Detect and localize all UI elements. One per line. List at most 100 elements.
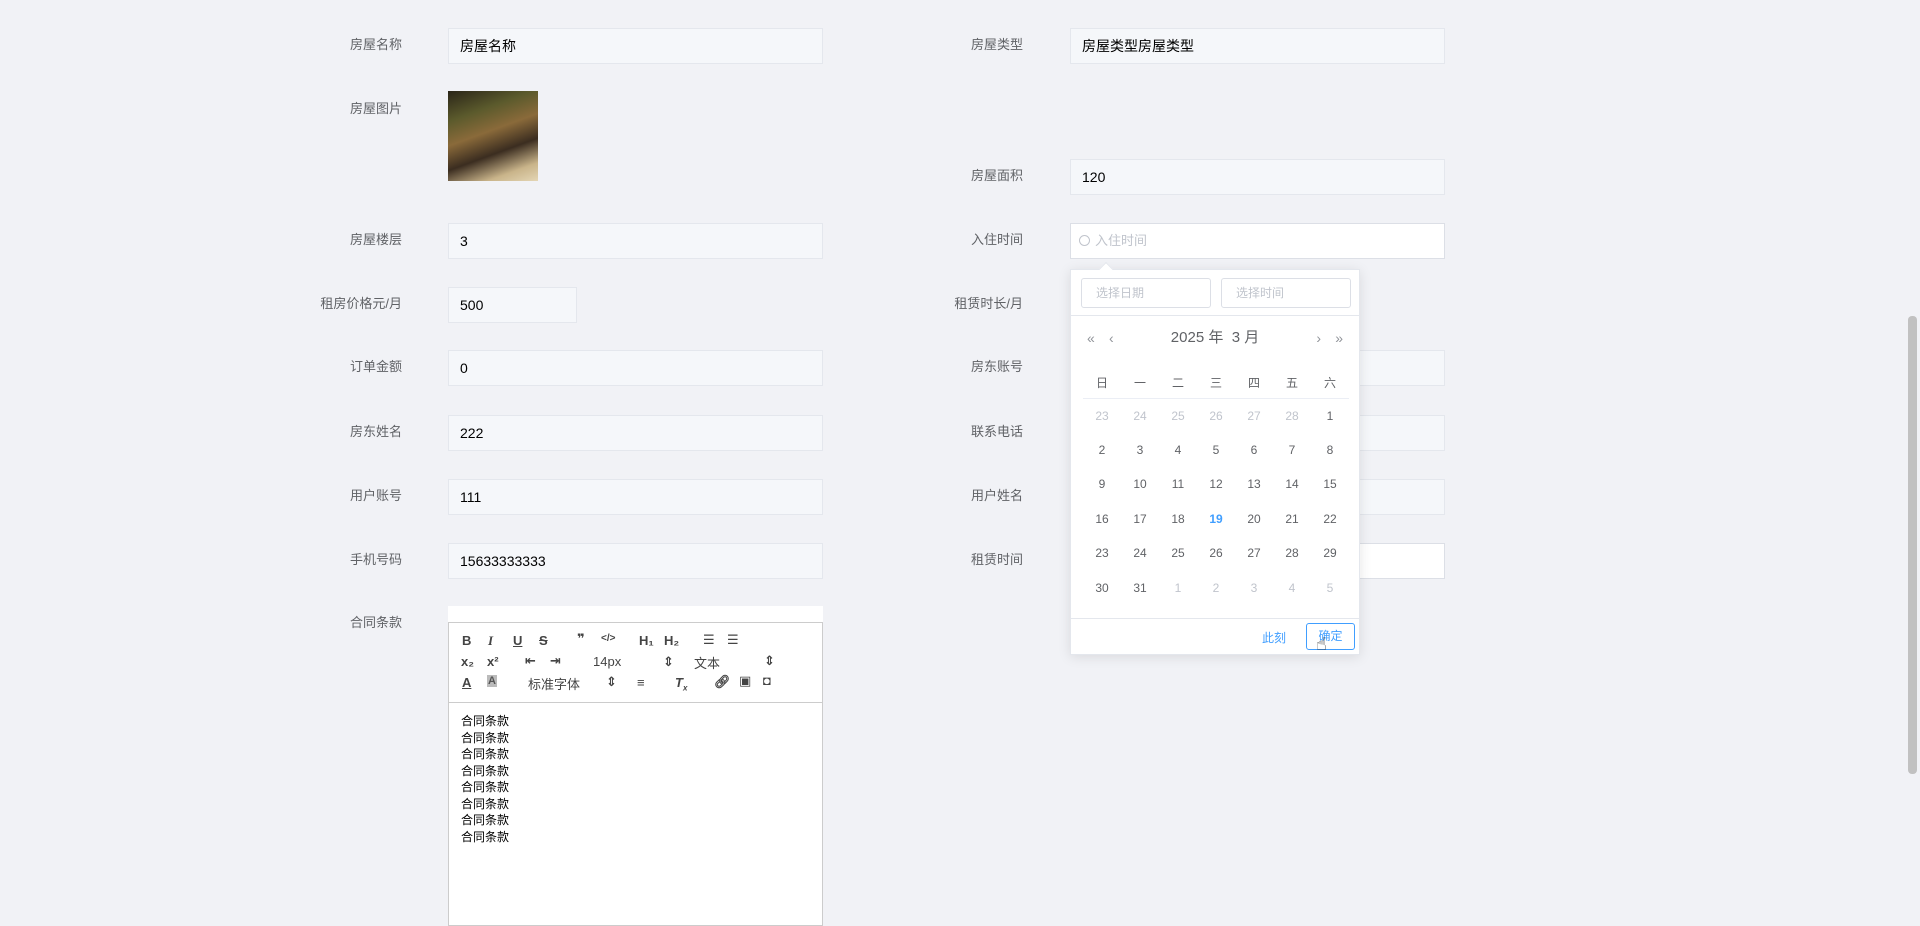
calendar-day[interactable]: 1 <box>1159 571 1197 606</box>
calendar-day[interactable]: 25 <box>1159 398 1197 433</box>
font-color-icon[interactable]: A <box>462 675 471 690</box>
calendar-day[interactable]: 5 <box>1197 433 1235 468</box>
calendar-day[interactable]: 10 <box>1121 467 1159 502</box>
align-icon[interactable]: ≡ <box>637 675 645 690</box>
phone-input[interactable]: 15633333333 <box>448 543 823 579</box>
landlord-name-input[interactable]: 222 <box>448 415 823 451</box>
calendar-day[interactable]: 18 <box>1159 502 1197 537</box>
calendar-day[interactable]: 13 <box>1235 467 1273 502</box>
calendar-day[interactable]: 16 <box>1083 502 1121 537</box>
calendar-day[interactable]: 11 <box>1159 467 1197 502</box>
calendar-day[interactable]: 26 <box>1197 536 1235 571</box>
weekday-header: 六 <box>1311 368 1349 399</box>
calendar-day[interactable]: 29 <box>1311 536 1349 571</box>
checkin-time-input[interactable]: 入住时间 <box>1070 223 1445 259</box>
calendar-day[interactable]: 22 <box>1311 502 1349 537</box>
floor-input[interactable]: 3 <box>448 223 823 259</box>
clear-format-icon[interactable]: Tx <box>675 675 687 693</box>
calendar-day[interactable]: 2 <box>1197 571 1235 606</box>
h1-icon[interactable]: H₁ <box>639 633 654 648</box>
house-type-input[interactable]: 房屋类型房屋类型 <box>1070 28 1445 64</box>
calendar-day[interactable]: 21 <box>1273 502 1311 537</box>
next-year-icon[interactable]: » <box>1335 325 1343 351</box>
calendar-day[interactable]: 3 <box>1121 433 1159 468</box>
calendar-day[interactable]: 24 <box>1121 398 1159 433</box>
calendar-day[interactable]: 12 <box>1197 467 1235 502</box>
calendar-day[interactable]: 19 <box>1197 502 1235 537</box>
popup-arrow <box>1098 261 1114 277</box>
background-color-icon[interactable]: A <box>487 675 497 687</box>
strike-icon[interactable]: S <box>539 633 548 648</box>
calendar-day[interactable]: 28 <box>1273 398 1311 433</box>
price-input[interactable]: 500 <box>448 287 577 323</box>
calendar-day[interactable]: 8 <box>1311 433 1349 468</box>
calendar-day[interactable]: 17 <box>1121 502 1159 537</box>
month-label[interactable]: 3 月 <box>1232 329 1260 346</box>
label-landlord-account: 房东账号 <box>970 359 1023 374</box>
calendar-day[interactable]: 30 <box>1083 571 1121 606</box>
order-amount-input[interactable]: 0 <box>448 350 823 386</box>
calendar-day[interactable]: 1 <box>1311 398 1349 433</box>
calendar-day[interactable]: 5 <box>1311 571 1349 606</box>
calendar-day[interactable]: 27 <box>1235 536 1273 571</box>
code-icon[interactable]: </> <box>601 633 615 644</box>
hand-cursor-icon: ☝ <box>1316 634 1327 654</box>
datetime-picker-popup: 选择日期 选择时间 « ‹ 2025 年 3 月 › » 日一二三四五六 23 2… <box>1070 261 1360 655</box>
font-size-select[interactable]: 14px ⇕ <box>593 654 674 669</box>
calendar-week: 30 31 1 2 3 4 5 <box>1083 571 1349 606</box>
calendar-day[interactable]: 27 <box>1235 398 1273 433</box>
year-label[interactable]: 2025 年 <box>1171 329 1224 346</box>
calendar-day[interactable]: 14 <box>1273 467 1311 502</box>
label-phone: 手机号码 <box>349 552 402 567</box>
indent-icon[interactable]: ⇥ <box>550 653 561 669</box>
block-format-select[interactable]: 文本 ⇕ <box>694 653 775 672</box>
date-input[interactable]: 选择日期 <box>1081 278 1211 308</box>
underline-icon[interactable]: U <box>513 633 522 648</box>
calendar-day[interactable]: 4 <box>1273 571 1311 606</box>
time-input[interactable]: 选择时间 <box>1221 278 1351 308</box>
calendar-day[interactable]: 9 <box>1083 467 1121 502</box>
next-month-icon[interactable]: › <box>1316 325 1321 351</box>
now-button[interactable]: 此刻 <box>1262 629 1286 646</box>
calendar-day[interactable]: 24 <box>1121 536 1159 571</box>
select-arrows-icon: ⇕ <box>606 674 617 689</box>
content-line: 合同条款 <box>461 796 510 811</box>
house-name-input[interactable]: 房屋名称 <box>448 28 823 64</box>
confirm-button[interactable]: 确定 <box>1306 623 1355 650</box>
image-icon[interactable]: ▣ <box>739 673 751 689</box>
calendar-day[interactable]: 2 <box>1083 433 1121 468</box>
calendar-day[interactable]: 26 <box>1197 398 1235 433</box>
blockquote-icon[interactable]: ❞ <box>577 631 585 647</box>
link-icon[interactable]: 🔗︎ <box>714 674 731 690</box>
weekday-header: 四 <box>1235 368 1273 399</box>
calendar-day[interactable]: 15 <box>1311 467 1349 502</box>
calendar-day[interactable]: 28 <box>1273 536 1311 571</box>
calendar-day[interactable]: 6 <box>1235 433 1273 468</box>
bold-icon[interactable]: B <box>462 633 471 648</box>
outdent-icon[interactable]: ⇤ <box>525 653 536 669</box>
calendar-day[interactable]: 23 <box>1083 398 1121 433</box>
label-contract: 合同条款 <box>349 615 402 630</box>
calendar-day[interactable]: 20 <box>1235 502 1273 537</box>
calendar-day[interactable]: 31 <box>1121 571 1159 606</box>
video-icon[interactable]: ◘ <box>763 673 771 688</box>
calendar-day[interactable]: 25 <box>1159 536 1197 571</box>
calendar-day[interactable]: 7 <box>1273 433 1311 468</box>
ordered-list-icon[interactable]: ☰ <box>703 632 715 648</box>
editor-content[interactable]: 合同条款 合同条款 合同条款 合同条款 合同条款 合同条款 合同条款 合同条款 <box>448 703 823 926</box>
subscript-icon[interactable]: x₂ <box>461 654 474 669</box>
superscript-icon[interactable]: x² <box>487 654 499 669</box>
calendar-day[interactable]: 4 <box>1159 433 1197 468</box>
h2-icon[interactable]: H₂ <box>664 633 679 648</box>
user-account-input[interactable]: 111 <box>448 479 823 515</box>
content-line: 合同条款 <box>461 747 510 761</box>
bullet-list-icon[interactable]: ☰ <box>727 632 739 648</box>
calendar-day[interactable]: 3 <box>1235 571 1273 606</box>
italic-icon[interactable]: I <box>488 633 493 649</box>
scrollbar-thumb[interactable] <box>1908 316 1917 774</box>
font-family-select[interactable]: 标准字体 ⇕ <box>528 674 617 693</box>
area-input[interactable]: 120 <box>1070 159 1445 195</box>
font-size-value: 14px <box>593 654 622 669</box>
contract-editor[interactable]: B I U S ❞ </> H₁ H₂ ☰ ☰ x₂ x² ⇤ ⇥ 14px ⇕ … <box>448 606 823 926</box>
calendar-day[interactable]: 23 <box>1083 536 1121 571</box>
